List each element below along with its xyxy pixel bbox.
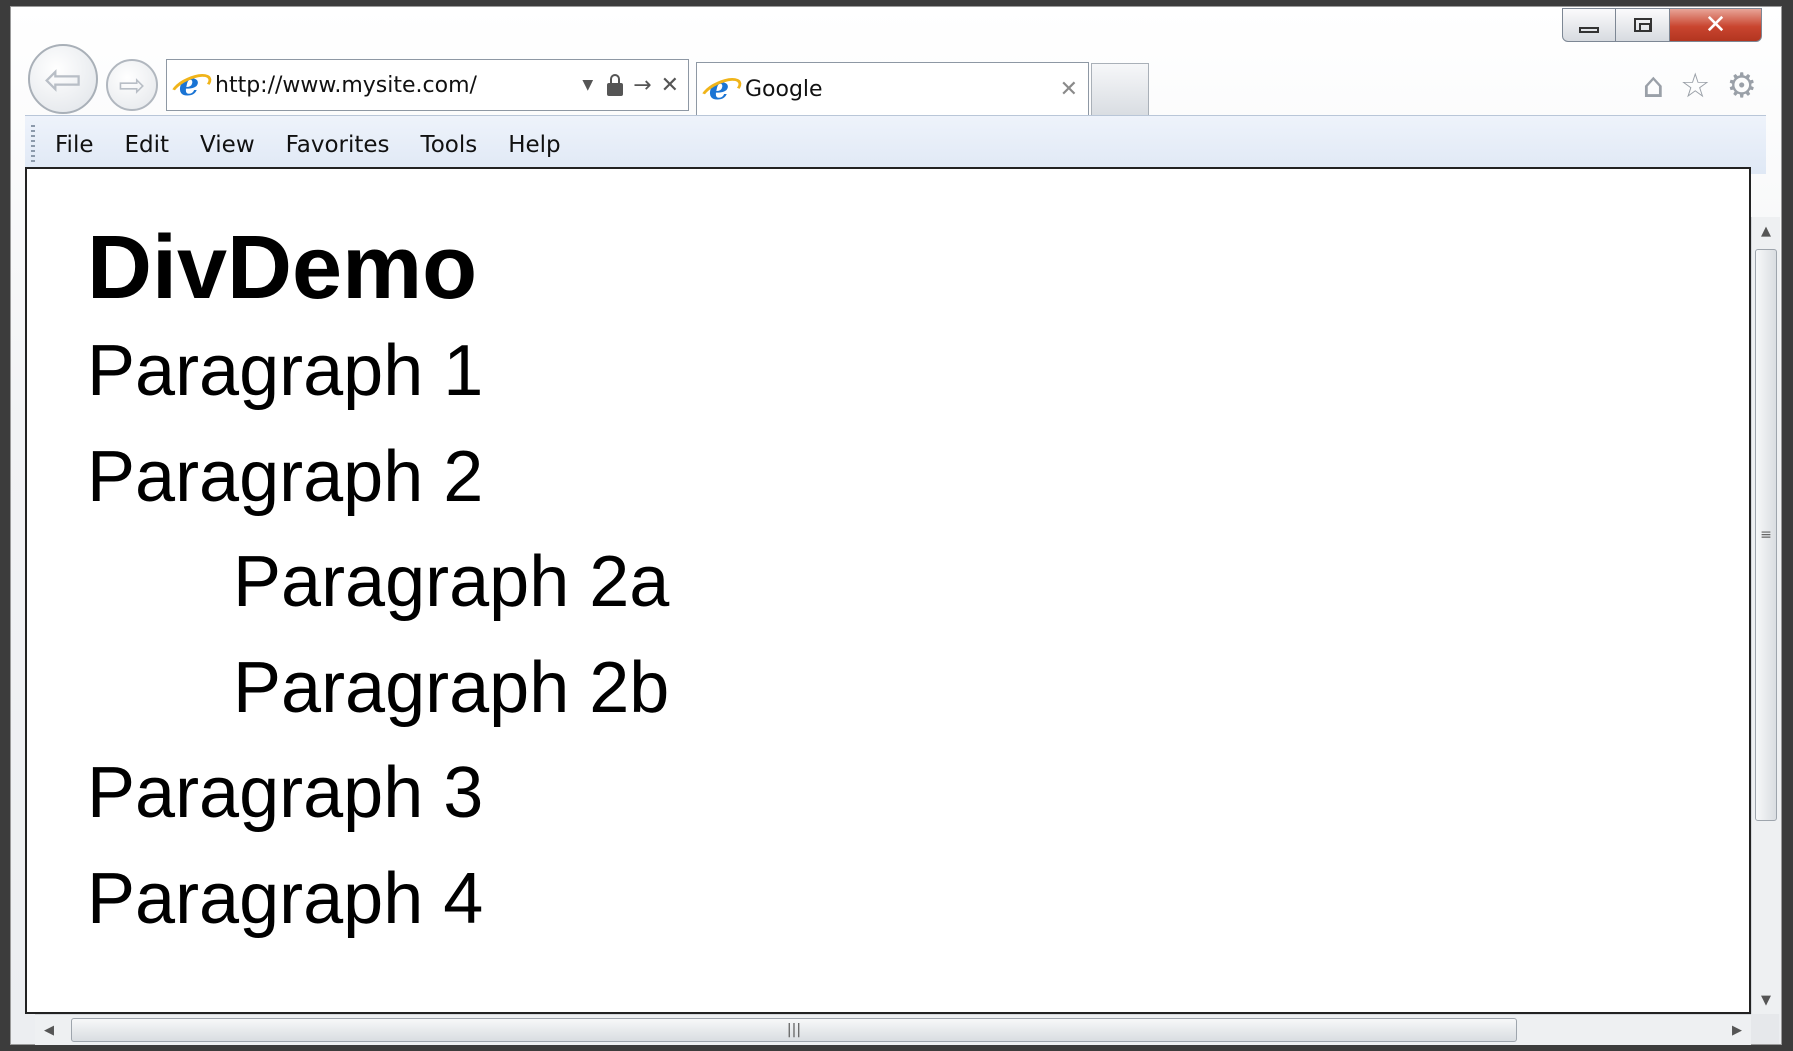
home-icon[interactable]: ⌂ (1642, 69, 1664, 103)
scroll-left-icon[interactable]: ◀ (35, 1015, 63, 1045)
close-window-button[interactable]: ✕ (1670, 8, 1762, 42)
menu-edit[interactable]: Edit (125, 132, 170, 158)
menu-view[interactable]: View (200, 132, 255, 158)
restore-icon (1633, 18, 1652, 32)
toolbar-icons: ⌂ ☆ ⚙ (1642, 69, 1757, 103)
back-arrow-icon: ⇦ (43, 52, 83, 106)
browser-window: ✕ ⇦ ⇨ e http://www.mysite.com/ ▼ → ✕ e G… (10, 6, 1782, 1045)
menu-file[interactable]: File (55, 132, 94, 158)
paragraph-3: Paragraph 3 (87, 753, 484, 833)
address-url[interactable]: http://www.mysite.com/ (215, 73, 582, 98)
restore-button[interactable] (1616, 8, 1670, 42)
paragraph-4: Paragraph 4 (87, 858, 484, 939)
paragraph-1: Paragraph 1 (87, 331, 484, 411)
scroll-right-icon[interactable]: ▶ (1723, 1015, 1751, 1045)
tab-close-icon[interactable]: ✕ (1060, 77, 1078, 102)
tab-google[interactable]: e Google ✕ (696, 62, 1089, 115)
stop-icon[interactable]: ✕ (661, 73, 679, 98)
tab-ie-logo-icon: e (703, 72, 735, 105)
paragraph-2: Paragraph 2 (87, 436, 484, 517)
vertical-scrollbar[interactable]: ▲ ≡ ▼ (1751, 217, 1780, 1014)
horizontal-scroll-thumb[interactable]: ||| (71, 1018, 1517, 1042)
paragraph-2b: Paragraph 2b (233, 647, 670, 728)
vertical-scroll-thumb[interactable]: ≡ (1755, 249, 1777, 821)
page-content: DivDemo Paragraph 1 Paragraph 2 Paragrap… (25, 167, 1751, 1014)
tab-title: Google (745, 76, 823, 102)
menubar-grip[interactable] (31, 125, 35, 165)
menu-help[interactable]: Help (508, 132, 560, 158)
menu-bar: File Edit View Favorites Tools Help (25, 115, 1766, 174)
scrollbar-corner (1751, 1014, 1779, 1044)
window-caption-buttons: ✕ (1562, 8, 1762, 42)
page-heading: DivDemo (87, 218, 478, 318)
address-bar[interactable]: e http://www.mysite.com/ ▼ → ✕ (166, 59, 689, 111)
horizontal-scrollbar[interactable]: ◀ ||| ▶ (35, 1014, 1751, 1045)
minimize-button[interactable] (1562, 8, 1616, 42)
ie-logo-icon: e (173, 68, 205, 101)
scroll-down-icon[interactable]: ▼ (1752, 986, 1780, 1014)
minimize-icon (1579, 27, 1599, 33)
menu-tools[interactable]: Tools (421, 132, 478, 158)
close-icon: ✕ (1704, 10, 1727, 40)
forward-button[interactable]: ⇨ (106, 59, 158, 111)
scroll-up-icon[interactable]: ▲ (1752, 217, 1780, 245)
new-tab-button[interactable] (1091, 63, 1149, 115)
go-arrow-icon[interactable]: → (633, 73, 651, 98)
gear-icon[interactable]: ⚙ (1727, 69, 1757, 103)
lock-icon[interactable] (607, 73, 624, 96)
address-dropdown-icon[interactable]: ▼ (582, 77, 593, 93)
forward-arrow-icon: ⇨ (118, 66, 146, 104)
paragraph-2a: Paragraph 2a (233, 542, 670, 622)
document: DivDemo Paragraph 1 Paragraph 2 Paragrap… (87, 217, 669, 952)
star-icon[interactable]: ☆ (1680, 69, 1710, 103)
back-button[interactable]: ⇦ (28, 44, 98, 114)
menu-favorites[interactable]: Favorites (286, 132, 390, 158)
